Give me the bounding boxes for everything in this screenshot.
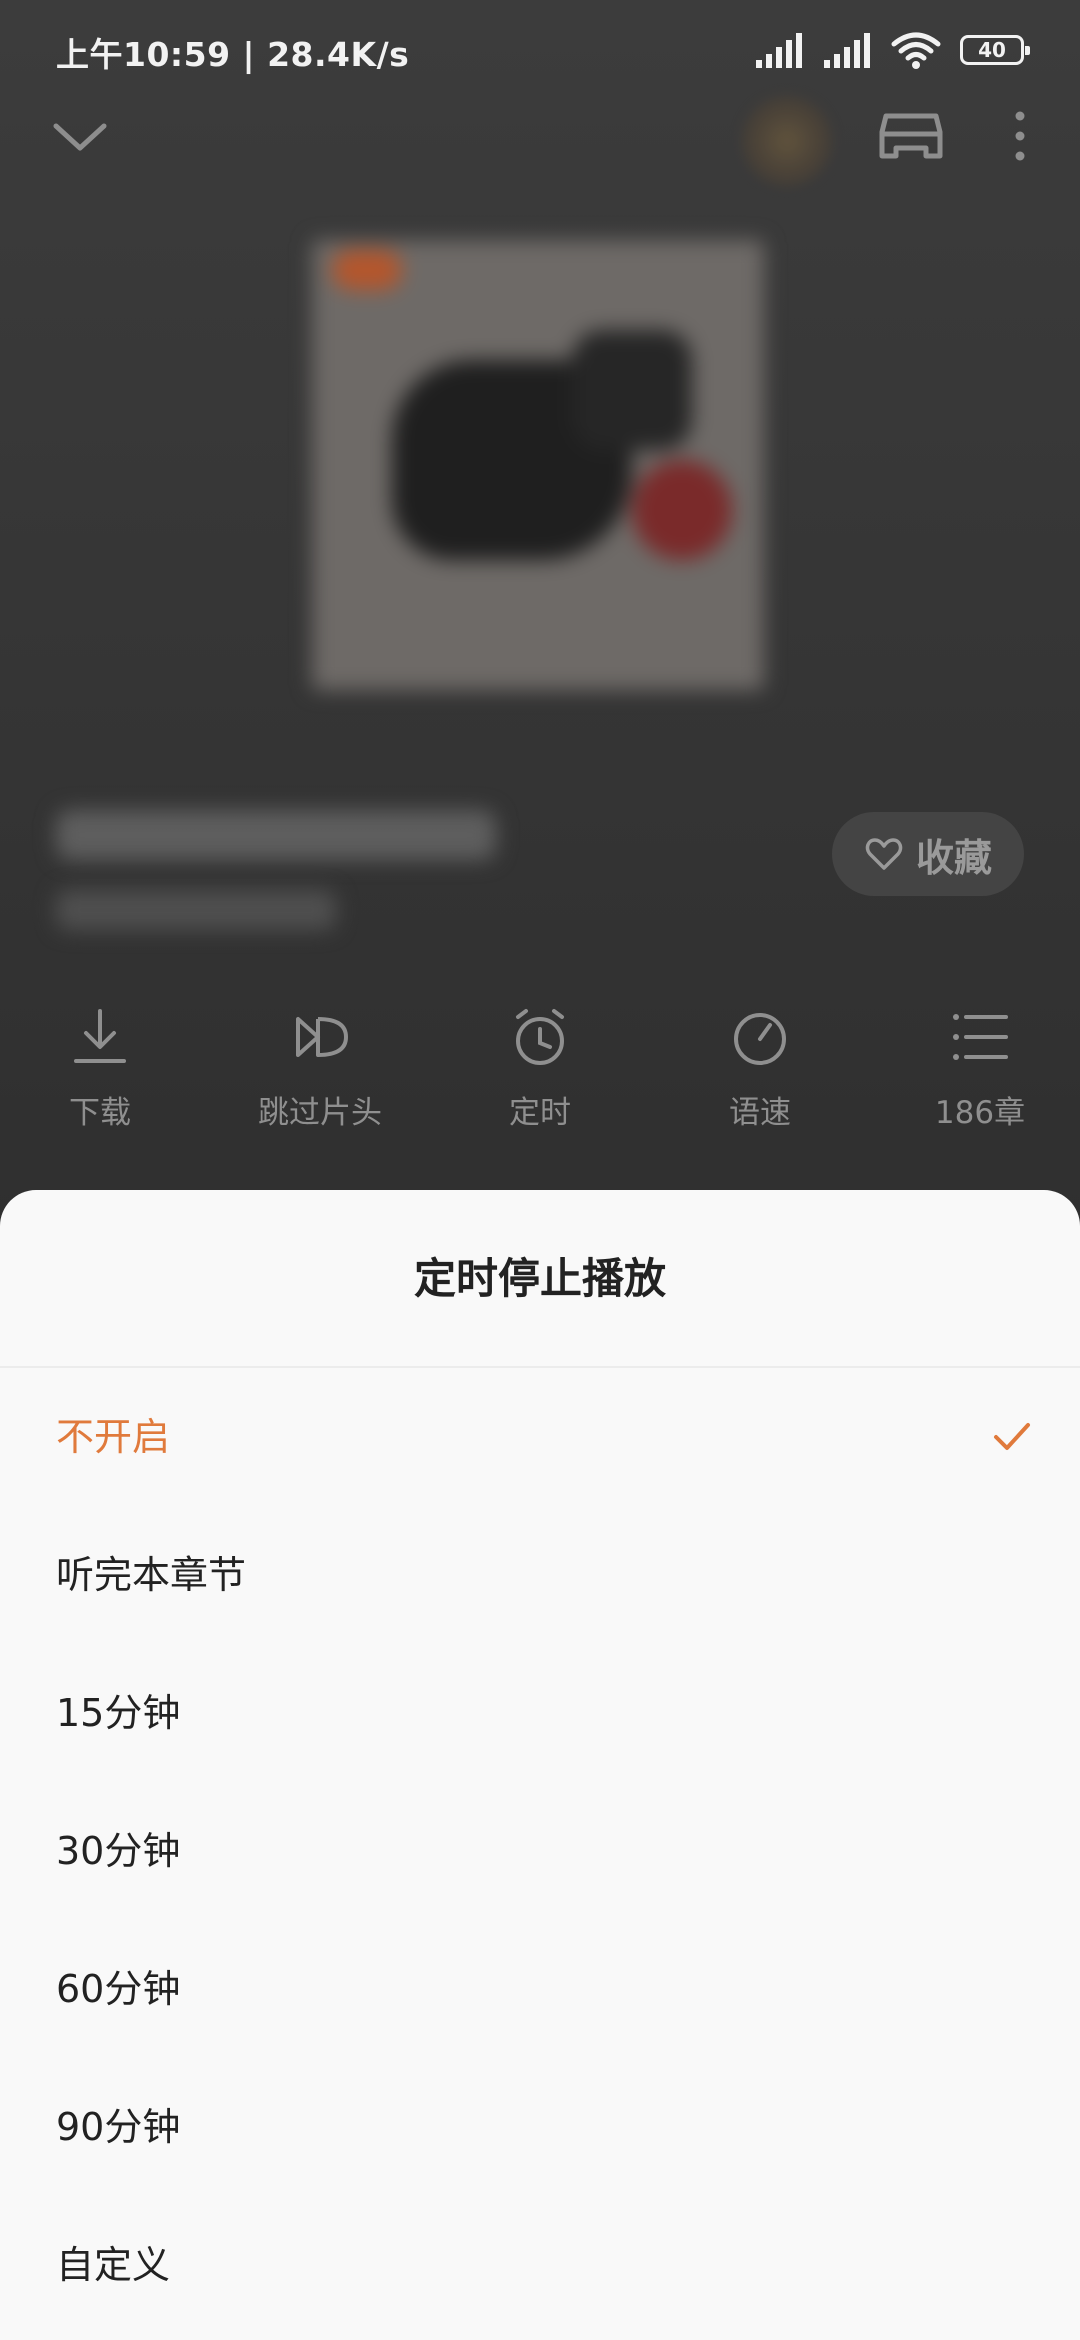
timer-option-end-of-chapter[interactable]: 听完本章节 [0,1506,1080,1644]
download-button[interactable]: 下载 [0,1005,200,1155]
player-actions: 下载 跳过片头 定时 语速 186章 [0,1005,1080,1155]
more-icon[interactable] [1004,104,1036,168]
option-label: 不开启 [56,1415,171,1459]
album-cover [312,240,764,690]
signal-icon [756,33,802,68]
timer-option-15min[interactable]: 15分钟 [0,1644,1080,1782]
timer-option-60min[interactable]: 60分钟 [0,1920,1080,2058]
skip-intro-icon [296,1017,348,1057]
option-label: 听完本章节 [56,1553,247,1597]
timer-option-off[interactable]: 不开启 [0,1368,1080,1506]
action-label: 跳过片头 [258,1095,382,1131]
player-background: 上午10:59 | 28.4K/s 40 收藏 下载 跳过片头 定时 语速 18… [0,0,1080,1240]
sheet-title: 定时停止播放 [413,1254,666,1303]
alarm-clock-icon [516,1009,564,1065]
timer-option-custom[interactable]: 自定义 [0,2196,1080,2334]
download-icon [74,1009,126,1063]
status-time: 上午10:59 | 28.4K/s [56,35,410,74]
action-label: 定时 [509,1095,571,1131]
wifi-icon [891,32,941,69]
status-bar: 上午10:59 | 28.4K/s 40 [0,0,1080,96]
option-label: 30分钟 [56,1829,181,1873]
option-label: 自定义 [56,2243,171,2287]
timer-option-90min[interactable]: 90分钟 [0,2058,1080,2196]
favorite-button[interactable]: 收藏 [832,812,1024,896]
option-label: 15分钟 [56,1691,181,1735]
chevron-down-icon[interactable] [48,110,112,162]
timer-option-30min[interactable]: 30分钟 [0,1782,1080,1920]
action-label: 下载 [69,1095,131,1131]
action-label: 186章 [934,1095,1026,1131]
battery-icon: 40 [960,35,1030,65]
favorite-label: 收藏 [915,835,992,880]
timer-button[interactable]: 定时 [440,1005,640,1155]
car-mode-icon[interactable] [876,104,946,168]
option-label: 90分钟 [56,2105,181,2149]
signal-icon [824,33,870,68]
list-icon [953,1014,1008,1060]
chapter-list-button[interactable]: 186章 [880,1005,1080,1155]
action-label: 语速 [729,1095,791,1131]
track-subtitle [56,890,336,930]
avatar[interactable] [742,96,832,186]
heart-icon [865,838,903,870]
option-label: 60分钟 [56,1967,181,2011]
timer-bottom-sheet: 定时停止播放 不开启 听完本章节 15分钟 30分钟 60分钟 90分钟 自定义 [0,1190,1080,2340]
skip-intro-button[interactable]: 跳过片头 [220,1005,420,1155]
speed-dial-icon [734,1013,786,1065]
battery-level: 40 [978,38,1006,62]
player-top-bar [0,96,1080,186]
track-title [56,810,496,860]
status-icons: 40 [754,30,1030,70]
checkmark-icon [994,1423,1030,1450]
speed-button[interactable]: 语速 [660,1005,860,1155]
